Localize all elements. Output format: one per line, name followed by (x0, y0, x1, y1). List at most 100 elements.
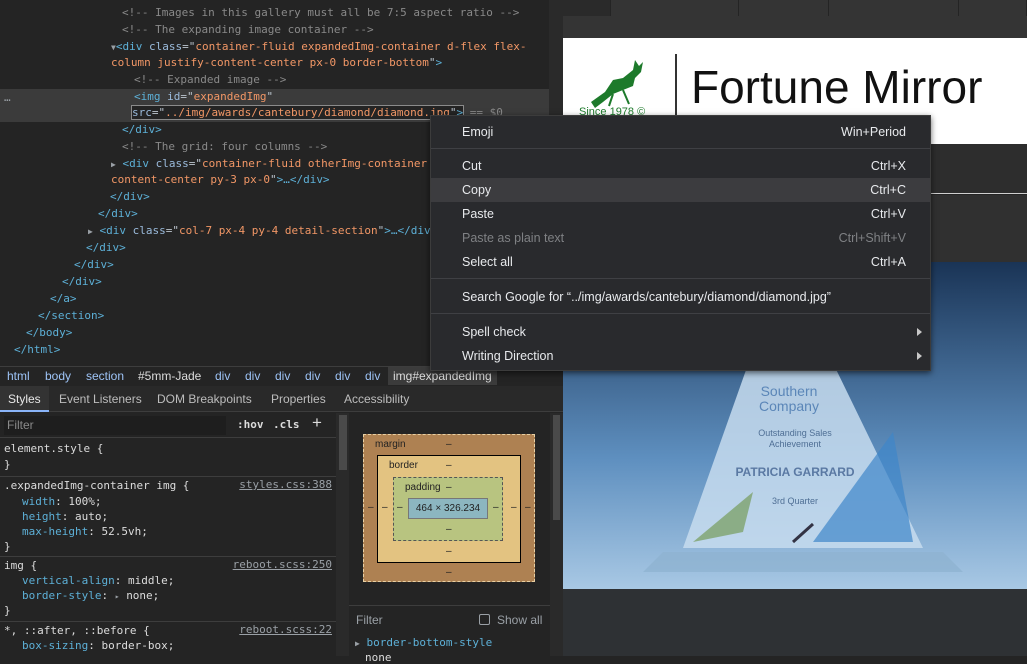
styles-pane: Filter :hov .cls + element.style { } .ex… (0, 413, 336, 656)
node-options-icon[interactable]: … (4, 91, 11, 104)
border-bottom-value[interactable]: – (446, 546, 452, 557)
box-model-margin[interactable]: margin – – – – border – – – – padding – … (363, 434, 535, 582)
box-scrollbar-thumb[interactable] (553, 415, 560, 520)
border-top-value[interactable]: – (446, 460, 452, 471)
padding-left-value[interactable]: – (397, 502, 403, 513)
hov-toggle-button[interactable]: :hov (237, 418, 264, 431)
menu-item-paste-plain[interactable]: Paste as plain text Ctrl+Shift+V (431, 226, 930, 250)
tab-event-listeners[interactable]: Event Listeners (59, 392, 142, 406)
rule-divider (0, 476, 336, 477)
breadcrumb-body[interactable]: body (45, 369, 71, 383)
tree-node-other-container-cont[interactable]: content-center py-3 px-0">…</div> (111, 172, 330, 189)
rule-source-link[interactable]: styles.css:388 (239, 478, 332, 491)
margin-bottom-value[interactable]: – (446, 567, 452, 578)
rule-close: } (4, 458, 11, 471)
menu-item-paste[interactable]: Paste Ctrl+V (431, 202, 930, 226)
page-footer-area (563, 589, 1027, 656)
padding-top-value[interactable]: – (446, 482, 452, 493)
style-property[interactable]: width: 100%; (22, 494, 102, 510)
cls-toggle-button[interactable]: .cls (273, 418, 300, 431)
breadcrumb-div[interactable]: div (305, 369, 320, 383)
tree-node-detail-section[interactable]: ▶ <div class="col-7 px-4 py-4 detail-sec… (88, 223, 437, 240)
tab-styles[interactable]: Styles (0, 386, 49, 412)
tree-close-div[interactable]: </div> (110, 189, 150, 206)
menu-item-spell-check[interactable]: Spell check (431, 320, 930, 344)
tree-close-a[interactable]: </a> (50, 291, 77, 308)
tree-close-div[interactable]: </div> (98, 206, 138, 223)
tree-close-div[interactable]: </div> (122, 122, 162, 139)
style-property[interactable]: box-sizing: border-box; (22, 638, 174, 654)
breadcrumb-div[interactable]: div (215, 369, 230, 383)
tree-close-div[interactable]: </div> (74, 257, 114, 274)
tree-close-section[interactable]: </section> (38, 308, 104, 325)
show-all-checkbox[interactable] (479, 614, 490, 625)
tree-node-img[interactable]: <img id="expandedImg" (134, 89, 273, 106)
nav-block (739, 0, 829, 16)
box-model-content-size[interactable]: 464 × 326.234 (408, 498, 488, 519)
rule-selector[interactable]: img { (4, 558, 37, 574)
breadcrumb-section[interactable]: section (86, 369, 124, 383)
tree-node-expanded-container[interactable]: ▼<div class="container-fluid expandedImg… (111, 39, 526, 56)
margin-left-value[interactable]: – (368, 502, 374, 513)
tree-node-expanded-container-cont[interactable]: column justify-content-center px-0 borde… (111, 55, 442, 72)
tree-node-other-container[interactable]: ▶ <div class="container-fluid otherImg-c… (111, 156, 427, 173)
styles-filter-input[interactable]: Filter (4, 416, 226, 435)
style-property[interactable]: max-height: 52.5vh; (22, 524, 148, 540)
brand-title[interactable]: Fortune Mirror (691, 60, 982, 114)
menu-item-search-google[interactable]: Search Google for “../img/awards/cantebu… (431, 285, 930, 309)
menu-item-emoji[interactable]: Emoji Win+Period (431, 120, 930, 144)
style-property[interactable]: height: auto; (22, 509, 108, 525)
breadcrumb-div[interactable]: div (245, 369, 260, 383)
expand-shorthand-icon[interactable]: ▸ (115, 592, 120, 601)
rule-selector[interactable]: element.style { (4, 441, 103, 457)
styles-scrollbar-thumb[interactable] (339, 415, 347, 470)
menu-item-copy[interactable]: Copy Ctrl+C (431, 178, 930, 202)
tab-accessibility[interactable]: Accessibility (344, 392, 409, 406)
padding-bottom-value[interactable]: – (446, 524, 452, 535)
breadcrumb-section-id[interactable]: #5mm-Jade (138, 369, 201, 383)
breadcrumb-div[interactable]: div (335, 369, 350, 383)
rule-source-link[interactable]: reboot.scss:250 (233, 558, 332, 571)
expand-triangle-icon[interactable]: ▶ (111, 160, 116, 169)
style-property[interactable]: vertical-align: middle; (22, 573, 174, 589)
menu-separator (431, 148, 930, 149)
expand-triangle-icon[interactable]: ▶ (88, 227, 93, 236)
submenu-arrow-icon (917, 328, 922, 336)
margin-right-value[interactable]: – (525, 502, 531, 513)
tree-close-body[interactable]: </body> (26, 325, 72, 342)
rule-source-link[interactable]: reboot.scss:22 (239, 623, 332, 636)
new-rule-plus-icon[interactable]: + (312, 413, 322, 433)
breadcrumb-html[interactable]: html (7, 369, 30, 383)
breadcrumb-div[interactable]: div (275, 369, 290, 383)
tree-comment-gallery[interactable]: <!-- Images in this gallery must all be … (122, 5, 519, 22)
box-model-padding[interactable]: padding – – – – 464 × 326.234 (393, 477, 503, 541)
border-right-value[interactable]: – (511, 502, 517, 513)
menu-item-writing-direction[interactable]: Writing Direction (431, 344, 930, 368)
box-model-border[interactable]: border – – – – padding – – – – 464 × 326… (377, 455, 521, 563)
menu-item-cut[interactable]: Cut Ctrl+X (431, 154, 930, 178)
tree-close-div[interactable]: </div> (86, 240, 126, 257)
award-line: Southern (761, 383, 818, 399)
rule-selector[interactable]: .expandedImg-container img { (4, 478, 189, 494)
tree-comment-grid[interactable]: <!-- The grid: four columns --> (122, 139, 327, 156)
sidebar-tabs: Styles Event Listeners DOM Breakpoints P… (0, 386, 563, 412)
tree-comment-expanded-image[interactable]: <!-- Expanded image --> (134, 72, 286, 89)
tree-comment-container[interactable]: <!-- The expanding image container --> (122, 22, 374, 39)
computed-filter-input[interactable]: Filter (356, 613, 383, 627)
tab-properties[interactable]: Properties (271, 392, 326, 406)
breadcrumb-div[interactable]: div (365, 369, 380, 383)
border-left-value[interactable]: – (382, 502, 388, 513)
margin-top-value[interactable]: – (446, 439, 452, 450)
rule-selector[interactable]: *, ::after, ::before { (4, 623, 150, 639)
computed-property[interactable]: ▶ border-bottom-style (355, 636, 492, 649)
award-line: Outstanding Sales (758, 428, 832, 438)
menu-item-select-all[interactable]: Select all Ctrl+A (431, 250, 930, 274)
tree-close-div[interactable]: </div> (62, 274, 102, 291)
rule-divider (0, 556, 336, 557)
tab-dom-breakpoints[interactable]: DOM Breakpoints (157, 392, 252, 406)
nav-block (829, 0, 959, 16)
expand-triangle-icon[interactable]: ▶ (355, 639, 360, 648)
style-property[interactable]: border-style: ▸ none; (22, 588, 159, 604)
padding-right-value[interactable]: – (493, 502, 499, 513)
tree-close-html[interactable]: </html> (14, 342, 60, 359)
